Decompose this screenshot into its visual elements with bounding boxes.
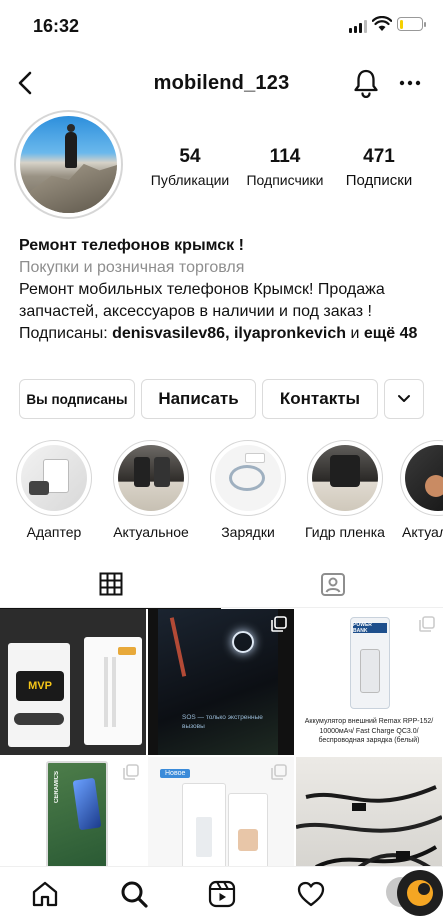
bottom-navigation [0,866,443,920]
more-options-icon[interactable] [397,70,423,96]
stat-label: Подписки [345,172,413,189]
story-highlight[interactable]: Актуальное [110,440,192,540]
post-brand-label: POWER BANK [353,622,387,634]
followed-by-more[interactable]: ещё 48 [364,325,418,342]
profile-bio-text: Ремонт мобильных телефонов Крымск! Прода… [19,281,385,320]
wifi-icon [372,16,392,31]
stat-label: Публикации [150,172,230,188]
post-caption: Аккумулятор внешний Remax RPP-152/ 10000… [304,718,434,744]
post-thumbnail[interactable]: CERAMICS [0,757,146,866]
profile-tabs [0,560,443,609]
profile-stats: 54 Публикации 114 Подписчики 471 Подписк… [146,146,426,190]
profile-bio: Ремонт телефонов крымск ! Покупки и розн… [19,235,429,345]
profile-avatar[interactable] [14,110,123,219]
highlight-cover-image [215,445,281,511]
multiple-photos-icon [123,764,139,780]
story-highlight[interactable]: Зарядки [207,440,289,540]
stat-value: 54 [179,146,201,167]
story-highlight[interactable]: Актуаль [400,440,443,540]
highlight-label: Адаптер [26,524,82,540]
suggested-accounts-button[interactable] [384,379,424,419]
chevron-down-icon [398,395,410,402]
post-brand-label: MVP [16,671,64,701]
post-thumbnail[interactable]: POWER BANK Аккумулятор внешний Remax RPP… [296,609,442,755]
message-button[interactable]: Написать [141,379,256,419]
post-badge: Новое [160,769,191,778]
post-brand-label: CERAMICS [54,771,60,804]
cables-photo [296,785,442,866]
multiple-photos-icon [419,616,435,632]
highlight-cover-image [405,445,443,511]
post-thumbnail[interactable]: SOS — только экстренные вызовы [148,609,294,755]
story-highlight[interactable]: Гидр пленка [304,440,386,540]
stat-label: Подписчики [246,172,324,188]
stat-value: 114 [269,146,301,167]
status-time: 16:32 [33,16,80,36]
search-icon[interactable] [119,879,149,909]
multiple-photos-icon [271,764,287,780]
tab-tagged[interactable] [222,560,443,608]
grid-icon [99,572,122,596]
reels-icon[interactable] [207,879,237,909]
highlight-cover-image [21,445,87,511]
cellular-signal-icon [349,19,367,33]
post-thumbnail[interactable]: Новое [148,757,294,866]
profile-display-name: Ремонт телефонов крымск ! [19,237,244,254]
home-icon[interactable] [30,879,60,909]
tagged-icon [320,573,345,596]
stat-value: 471 [363,146,395,167]
contacts-button[interactable]: Контакты [262,379,378,419]
stat-posts[interactable]: 54 Публикации [146,146,234,188]
profile-header: mobilend_123 [0,60,443,108]
overlay-logo [394,867,443,920]
highlight-cover-image [118,445,184,511]
story-highlight[interactable]: Адаптер [13,440,95,540]
stat-following[interactable]: 471 Подписки [338,146,420,189]
highlight-label: Зарядки [221,524,275,540]
multiple-photos-icon [271,616,287,632]
tab-posts-grid[interactable] [0,560,221,609]
posts-grid: MVP SOS — только экстренные вызовы POWER… [0,609,443,866]
avatar-photo [20,116,117,213]
followed-by[interactable]: Подписаны: denisvasilev86, ilyapronkevic… [19,323,429,345]
status-bar: 16:32 [0,0,443,52]
stat-followers[interactable]: 114 Подписчики [242,146,328,188]
followed-by-and: и [346,325,364,342]
post-thumbnail[interactable] [296,757,442,866]
post-thumbnail[interactable]: MVP [0,609,146,755]
followed-by-prefix: Подписаны: [19,325,113,342]
battery-icon [397,17,426,31]
highlight-cover-image [312,445,378,511]
followed-by-users[interactable]: denisvasilev86, ilyapronkevich [112,325,346,342]
highlight-label: Актуаль [402,524,443,540]
highlight-label: Актуальное [113,524,189,540]
post-screen-text: SOS — только экстренные вызовы [182,714,263,730]
highlight-label: Гидр пленка [305,524,385,540]
following-button[interactable]: Вы подписаны [19,379,135,419]
profile-category: Покупки и розничная торговля [19,259,245,276]
heart-icon[interactable] [296,879,326,909]
notifications-bell-icon[interactable] [352,68,380,98]
